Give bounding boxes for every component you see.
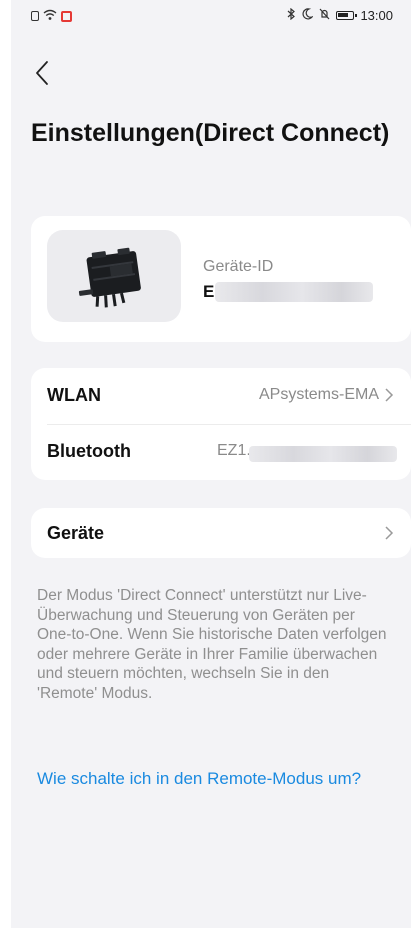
status-time: 13:00	[360, 8, 393, 23]
wlan-label: WLAN	[47, 385, 101, 405]
bluetooth-label: Bluetooth	[47, 441, 131, 461]
inverter-icon	[78, 247, 141, 308]
redacted-bluetooth-name	[249, 446, 397, 462]
info-text: Der Modus 'Direct Connect' unterstützt n…	[37, 587, 387, 702]
chevron-right-icon	[385, 526, 394, 540]
wlan-value: APsystems-EMA	[258, 386, 379, 403]
bluetooth-value: EZ1.	[217, 442, 251, 459]
status-bar: 13:00	[11, 0, 411, 32]
remote-mode-help-link[interactable]: Wie schalte ich in den Remote-Modus um?	[37, 768, 389, 789]
wifi-icon	[43, 9, 57, 23]
chevron-wrap	[383, 525, 395, 546]
device-id-label: Geräte-ID	[203, 258, 274, 275]
devices-row[interactable]: Geräte	[31, 508, 411, 558]
bluetooth-row[interactable]: Bluetooth EZ1.	[31, 424, 411, 480]
bluetooth-icon	[287, 7, 296, 23]
settings-screen: 13:00 Einstellungen(Direct Connect) Gerä…	[11, 0, 411, 928]
wlan-row[interactable]: WLAN APsystems-EMA	[31, 368, 411, 424]
device-image	[47, 230, 181, 322]
chevron-left-icon	[36, 61, 48, 85]
notification-icon	[61, 10, 72, 22]
wlan-value-wrap: APsystems-EMA	[259, 386, 395, 404]
chevron-right-icon	[385, 388, 394, 402]
page-title: Einstellungen(Direct Connect)	[31, 119, 390, 147]
battery-icon	[336, 11, 358, 20]
devices-label: Geräte	[47, 523, 105, 543]
sim-icon	[31, 11, 39, 21]
connection-card: WLAN APsystems-EMA Bluetooth EZ1.	[31, 368, 411, 480]
back-button[interactable]	[31, 58, 55, 88]
mute-icon	[319, 8, 330, 23]
redacted-device-id	[215, 282, 373, 302]
device-card: Geräte-ID E	[31, 216, 411, 342]
moon-icon	[302, 8, 315, 23]
device-id-value: E	[203, 282, 215, 301]
